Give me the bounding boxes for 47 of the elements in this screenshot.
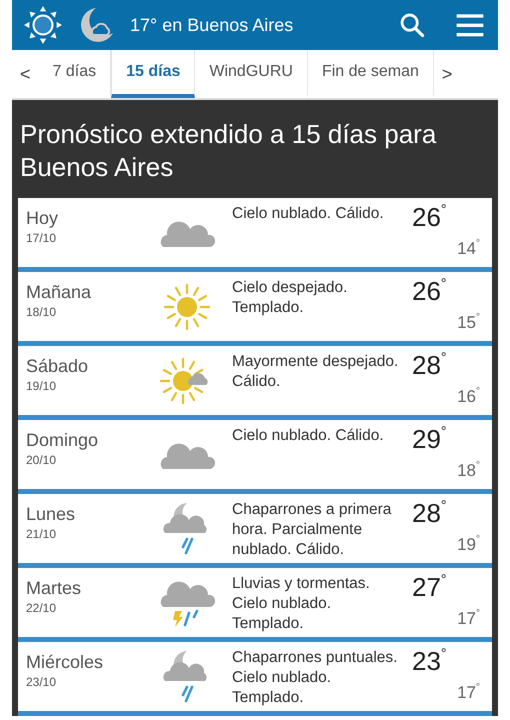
day-name: Domingo: [26, 430, 100, 451]
max-temperature: 26$^{°}$: [412, 276, 447, 307]
weather-description: Chaparrones puntuales. Cielo nublado. Templado.: [232, 648, 398, 708]
day-row[interactable]: Martes 22/10 Lluvias y tormentas. Cielo nublado. Templado. 27$^{°}$ 17$^{°}$: [18, 568, 492, 642]
weather-description: Lluvias y tormentas. Cielo nublado. Templado.: [232, 574, 371, 634]
sun-icon: [22, 4, 64, 46]
max-temperature: 28$^{°}$: [412, 498, 447, 529]
date: 23/10: [26, 675, 58, 689]
max-temperature: 28$^{°}$: [412, 350, 447, 381]
min-temperature: 18$^{°}$: [457, 461, 480, 481]
weather-description: Cielo despejado. Templado.: [232, 278, 348, 318]
day-row[interactable]: Mañana 18/10 Cielo despejado. Templado. 26$^{°}$ 15$^{°}$: [18, 272, 492, 346]
min-temperature: 15$^{°}$: [457, 313, 480, 333]
date: 19/10: [26, 379, 58, 393]
forecast-heading: Pronóstico extendido a 15 días para Buenos Aires: [19, 118, 438, 184]
day-name: Lunes: [26, 504, 76, 525]
weather-description: Chaparrones a primera hora. Parcialmente nublado. Cálido.: [232, 500, 392, 560]
max-temperature: 29$^{°}$: [412, 424, 447, 455]
min-temperature: 16$^{°}$: [457, 387, 480, 407]
day-name: Sábado: [26, 356, 90, 377]
weather-description: Mayormente despejado. Cálido.: [232, 352, 400, 392]
day-name: Miércoles: [26, 652, 104, 673]
day-name: Martes: [26, 578, 82, 599]
min-temperature: 14$^{°}$: [457, 239, 480, 259]
date: 17/10: [26, 231, 58, 245]
date: 20/10: [26, 453, 58, 467]
day-name: Hoy: [26, 208, 60, 229]
max-temperature: 27$^{°}$: [412, 572, 447, 603]
min-temperature: 19$^{°}$: [457, 535, 480, 555]
location-temperature: 17° en Buenos Aires: [130, 14, 294, 36]
weather-description: Cielo nublado. Cálido.: [232, 426, 385, 446]
tab[interactable]: Fin de seman: [308, 50, 434, 98]
date: 18/10: [26, 305, 58, 319]
day-name: Mañana: [26, 282, 92, 303]
min-temperature: 17$^{°}$: [457, 683, 480, 703]
max-temperature: 23$^{°}$: [412, 646, 447, 677]
weather-description: Cielo nublado. Cálido.: [232, 204, 385, 224]
min-temperature: 17$^{°}$: [457, 609, 480, 629]
tab[interactable]: 7 días: [38, 50, 112, 98]
tab[interactable]: WindGURU: [195, 50, 308, 98]
day-row[interactable]: Domingo 20/10 Cielo nublado. Cálido. 29$^{°}$ 18$^{°}$: [18, 420, 492, 494]
search-icon[interactable]: [398, 11, 426, 39]
day-row[interactable]: Lunes 21/10 Chaparrones a primera hora. Parcialmente nublado. Cálido. 28$^{°}$ 19$^{°}$: [18, 494, 492, 568]
day-row[interactable]: Hoy 17/10 Cielo nublado. Cálido. 26$^{°}$ 14$^{°}$: [18, 198, 492, 272]
max-temperature: 26$^{°}$: [412, 202, 447, 233]
date: 21/10: [26, 527, 58, 541]
date: 22/10: [26, 601, 58, 615]
